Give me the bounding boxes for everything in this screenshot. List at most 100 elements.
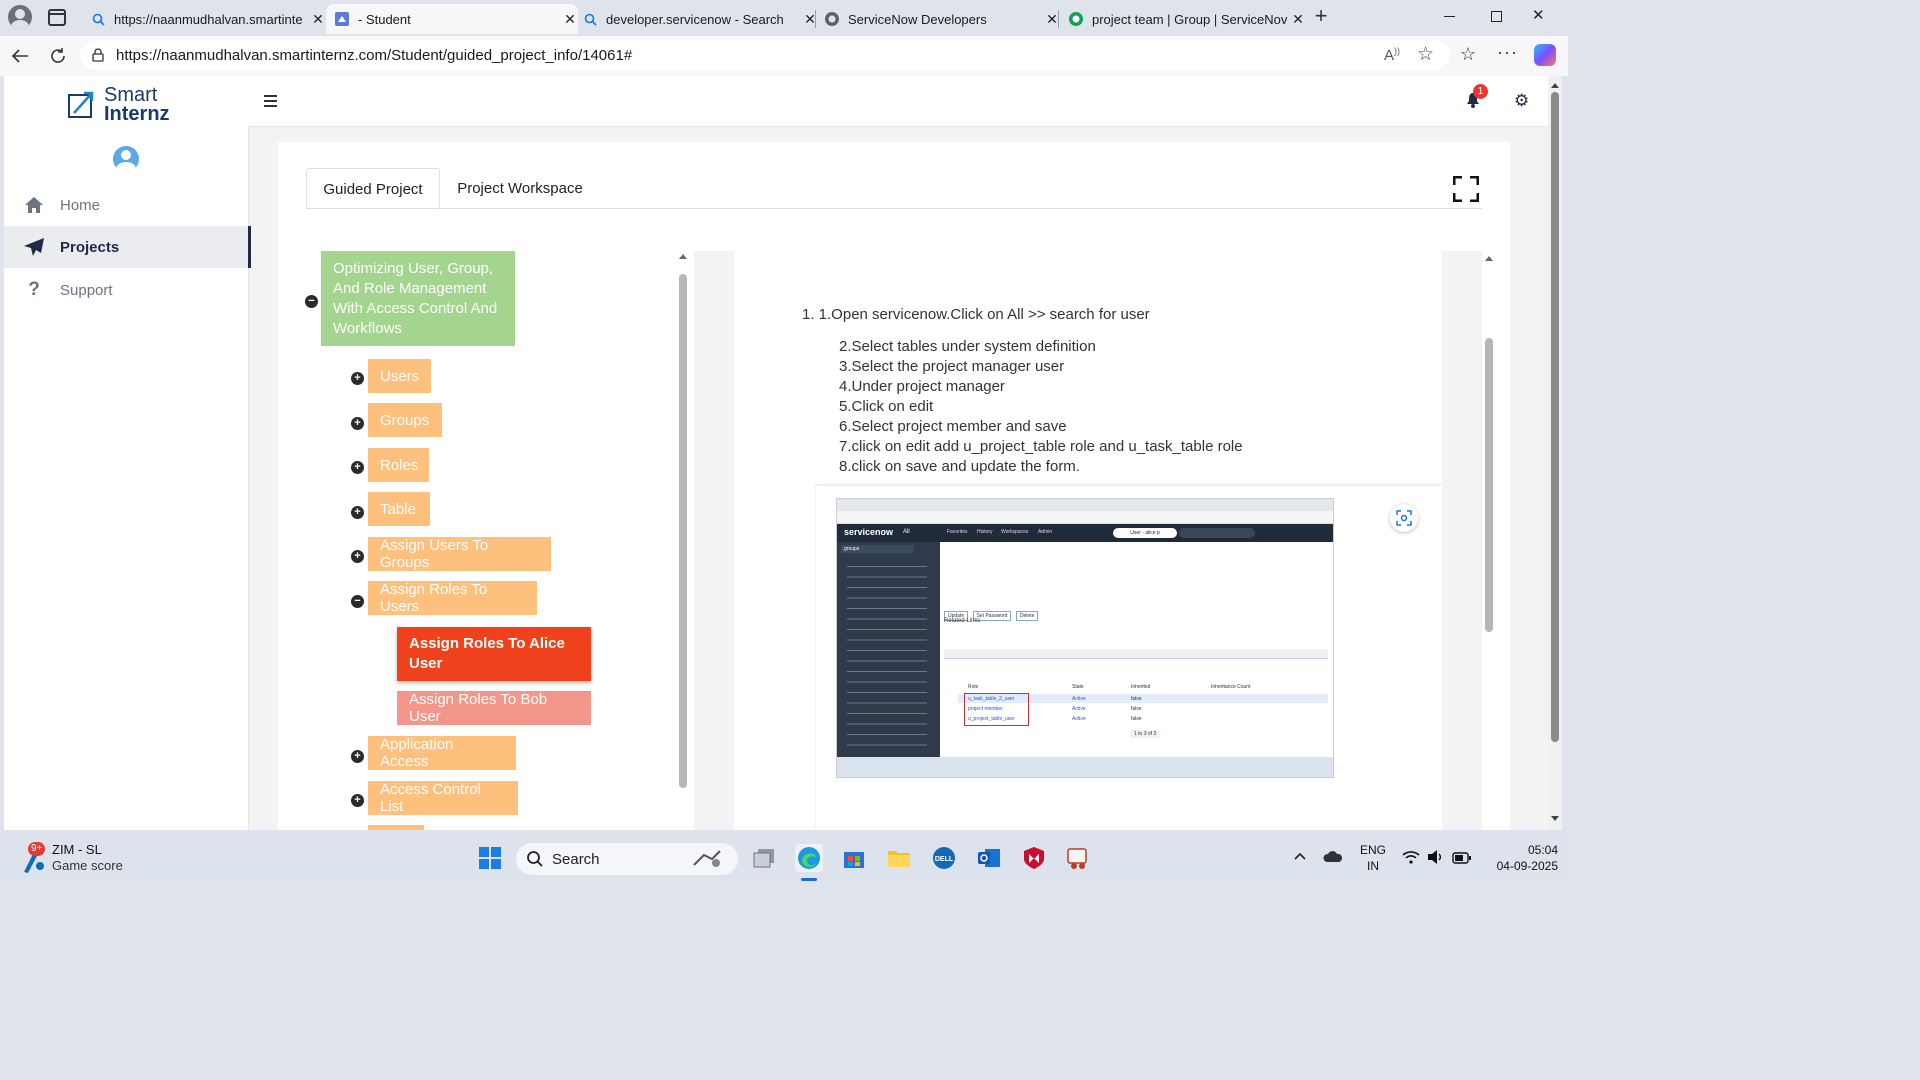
tree-root-node[interactable]: Optimizing User, Group, And Role Managem… <box>321 251 515 346</box>
tree-node-assign-users-to-groups[interactable]: Assign Users To Groups <box>368 537 551 571</box>
expand-icon[interactable]: + <box>351 417 364 430</box>
browser-tab-bar: https://naanmudhalvan.smartinte ✕ - Stud… <box>0 0 1568 36</box>
nav-projects[interactable]: Projects <box>4 226 251 268</box>
browser-tab[interactable]: project team | Group | ServiceNov ✕ <box>1062 4 1306 34</box>
tree-node-access-control-list[interactable]: Access Control List <box>368 781 518 815</box>
dell-icon[interactable]: DELL <box>930 844 958 872</box>
tab-guided-project[interactable]: Guided Project <box>306 168 440 210</box>
scroll-up-arrow-icon[interactable] <box>1548 80 1562 90</box>
nav-support[interactable]: ? Support <box>4 269 248 311</box>
scrollbar-thumb[interactable] <box>679 274 687 788</box>
onedrive-cloud-icon[interactable] <box>1323 850 1343 868</box>
tree-node-partial[interactable] <box>368 825 424 830</box>
outlook-icon[interactable] <box>975 844 1003 872</box>
sn-role-state: Active <box>1072 696 1086 702</box>
collapse-icon[interactable]: − <box>305 295 318 308</box>
sn-record-pill: User - alice p <box>1113 528 1177 538</box>
read-aloud-icon[interactable]: A)) <box>1384 46 1400 64</box>
tab-divider <box>306 208 1482 209</box>
tree-node-assign-roles-to-users[interactable]: Assign Roles To Users <box>368 581 537 615</box>
content-scrollbar[interactable] <box>1484 254 1494 830</box>
tab-title: - Student <box>358 11 411 27</box>
refresh-button[interactable] <box>46 44 70 68</box>
tree-node-label: Groups <box>380 411 430 429</box>
smartinternz-logo[interactable]: Smart Internz <box>66 85 170 124</box>
taskbar-search[interactable]: Search <box>516 843 738 875</box>
close-icon[interactable]: ✕ <box>1290 11 1306 28</box>
scrollbar-thumb[interactable] <box>1485 338 1493 632</box>
collapse-icon[interactable]: − <box>351 595 364 608</box>
restore-button[interactable] <box>1491 11 1502 22</box>
sn-filter-input: groups <box>841 545 914 553</box>
new-tab-button[interactable]: + <box>1310 5 1332 27</box>
task-view-icon[interactable] <box>750 844 778 872</box>
sn-roles-header: Role State Inherited Inheritance Count <box>958 684 1328 692</box>
workspaces-icon[interactable] <box>48 9 66 26</box>
expand-icon[interactable]: + <box>351 750 364 763</box>
scroll-down-arrow-icon[interactable] <box>1548 814 1562 824</box>
hamburger-menu-icon[interactable] <box>264 95 277 107</box>
settings-gear-icon[interactable]: ⚙ <box>1514 91 1529 111</box>
image-zoom-button[interactable] <box>1390 504 1418 532</box>
profile-avatar-icon[interactable] <box>8 5 32 29</box>
tree-node-roles[interactable]: Roles <box>368 448 429 482</box>
favorites-icon[interactable]: ☆ <box>1460 44 1476 65</box>
scroll-up-arrow-icon[interactable] <box>1484 254 1494 262</box>
favorite-star-icon[interactable]: ☆ <box>1417 43 1434 66</box>
tree-subnode-bob[interactable]: Assign Roles To Bob User <box>397 691 591 725</box>
page-scrollbar[interactable] <box>1548 76 1562 830</box>
wifi-icon[interactable] <box>1402 850 1420 869</box>
expand-icon[interactable]: + <box>351 506 364 519</box>
tree-node-table[interactable]: Table <box>368 492 430 526</box>
tree-subnode-alice-active[interactable]: Assign Roles To Alice User <box>397 627 591 681</box>
tree-scrollbar[interactable] <box>678 252 688 792</box>
address-bar[interactable]: https://naanmudhalvan.smartinternz.com/S… <box>80 40 1450 70</box>
minimize-button[interactable] <box>1444 16 1455 17</box>
logo-mark-icon <box>68 91 94 118</box>
battery-icon[interactable] <box>1452 851 1472 869</box>
nav-home[interactable]: Home <box>4 184 248 226</box>
tree-node-application-access[interactable]: Application Access <box>368 736 516 770</box>
close-icon[interactable]: ✕ <box>310 11 326 28</box>
show-hidden-icons-chevron-icon[interactable] <box>1293 848 1307 866</box>
scrollbar-thumb[interactable] <box>1551 92 1559 742</box>
widgets-button[interactable]: 9+ ZIM - SL Game score <box>18 840 158 876</box>
mcafee-icon[interactable] <box>1020 844 1048 872</box>
language-indicator[interactable]: ENG IN <box>1360 842 1386 874</box>
back-button[interactable] <box>8 44 32 68</box>
expand-icon[interactable]: + <box>351 794 364 807</box>
start-button[interactable] <box>476 844 504 872</box>
embedded-screenshot[interactable]: servicenow All Favorites History Workspa… <box>836 498 1334 778</box>
expand-icon[interactable]: + <box>351 550 364 563</box>
file-explorer-icon[interactable] <box>885 844 913 872</box>
sn-search-box <box>1179 528 1255 538</box>
tab-project-workspace[interactable]: Project Workspace <box>444 168 596 208</box>
expand-icon[interactable]: + <box>351 461 364 474</box>
expand-icon[interactable]: + <box>351 372 364 385</box>
sn-col-inherited: Inherited <box>1131 684 1151 690</box>
notification-bell-icon[interactable]: 1 <box>1466 84 1488 113</box>
clock[interactable]: 05:04 04-09-2025 <box>1478 842 1558 874</box>
sn-nav-lines <box>847 560 927 750</box>
browser-tab[interactable]: developer.servicenow - Search ✕ <box>576 4 818 34</box>
edge-browser-icon[interactable] <box>795 844 823 872</box>
browser-tab-active[interactable]: - Student ✕ <box>326 4 578 34</box>
widget-badge: 9+ <box>28 842 46 856</box>
sn-nav-tab: Workspaces <box>1001 529 1029 535</box>
user-avatar[interactable] <box>113 146 139 172</box>
more-menu-icon[interactable]: ··· <box>1497 42 1518 63</box>
paper-plane-icon <box>22 237 46 257</box>
tree-node-label: Roles <box>380 456 419 474</box>
copilot-icon[interactable] <box>1534 44 1556 66</box>
tree-node-groups[interactable]: Groups <box>368 403 442 437</box>
browser-tab[interactable]: ServiceNow Developers ✕ <box>818 4 1060 34</box>
microsoft-store-icon[interactable] <box>840 844 868 872</box>
fullscreen-icon[interactable] <box>1452 175 1480 207</box>
volume-icon[interactable] <box>1427 849 1445 870</box>
scroll-up-arrow-icon[interactable] <box>678 252 688 260</box>
clock-time: 05:04 <box>1527 843 1558 857</box>
snipping-tool-icon[interactable] <box>1064 844 1092 872</box>
browser-tab[interactable]: https://naanmudhalvan.smartinte ✕ <box>84 4 326 34</box>
close-window-button[interactable]: ✕ <box>1532 6 1545 24</box>
tree-node-users[interactable]: Users <box>368 359 431 393</box>
